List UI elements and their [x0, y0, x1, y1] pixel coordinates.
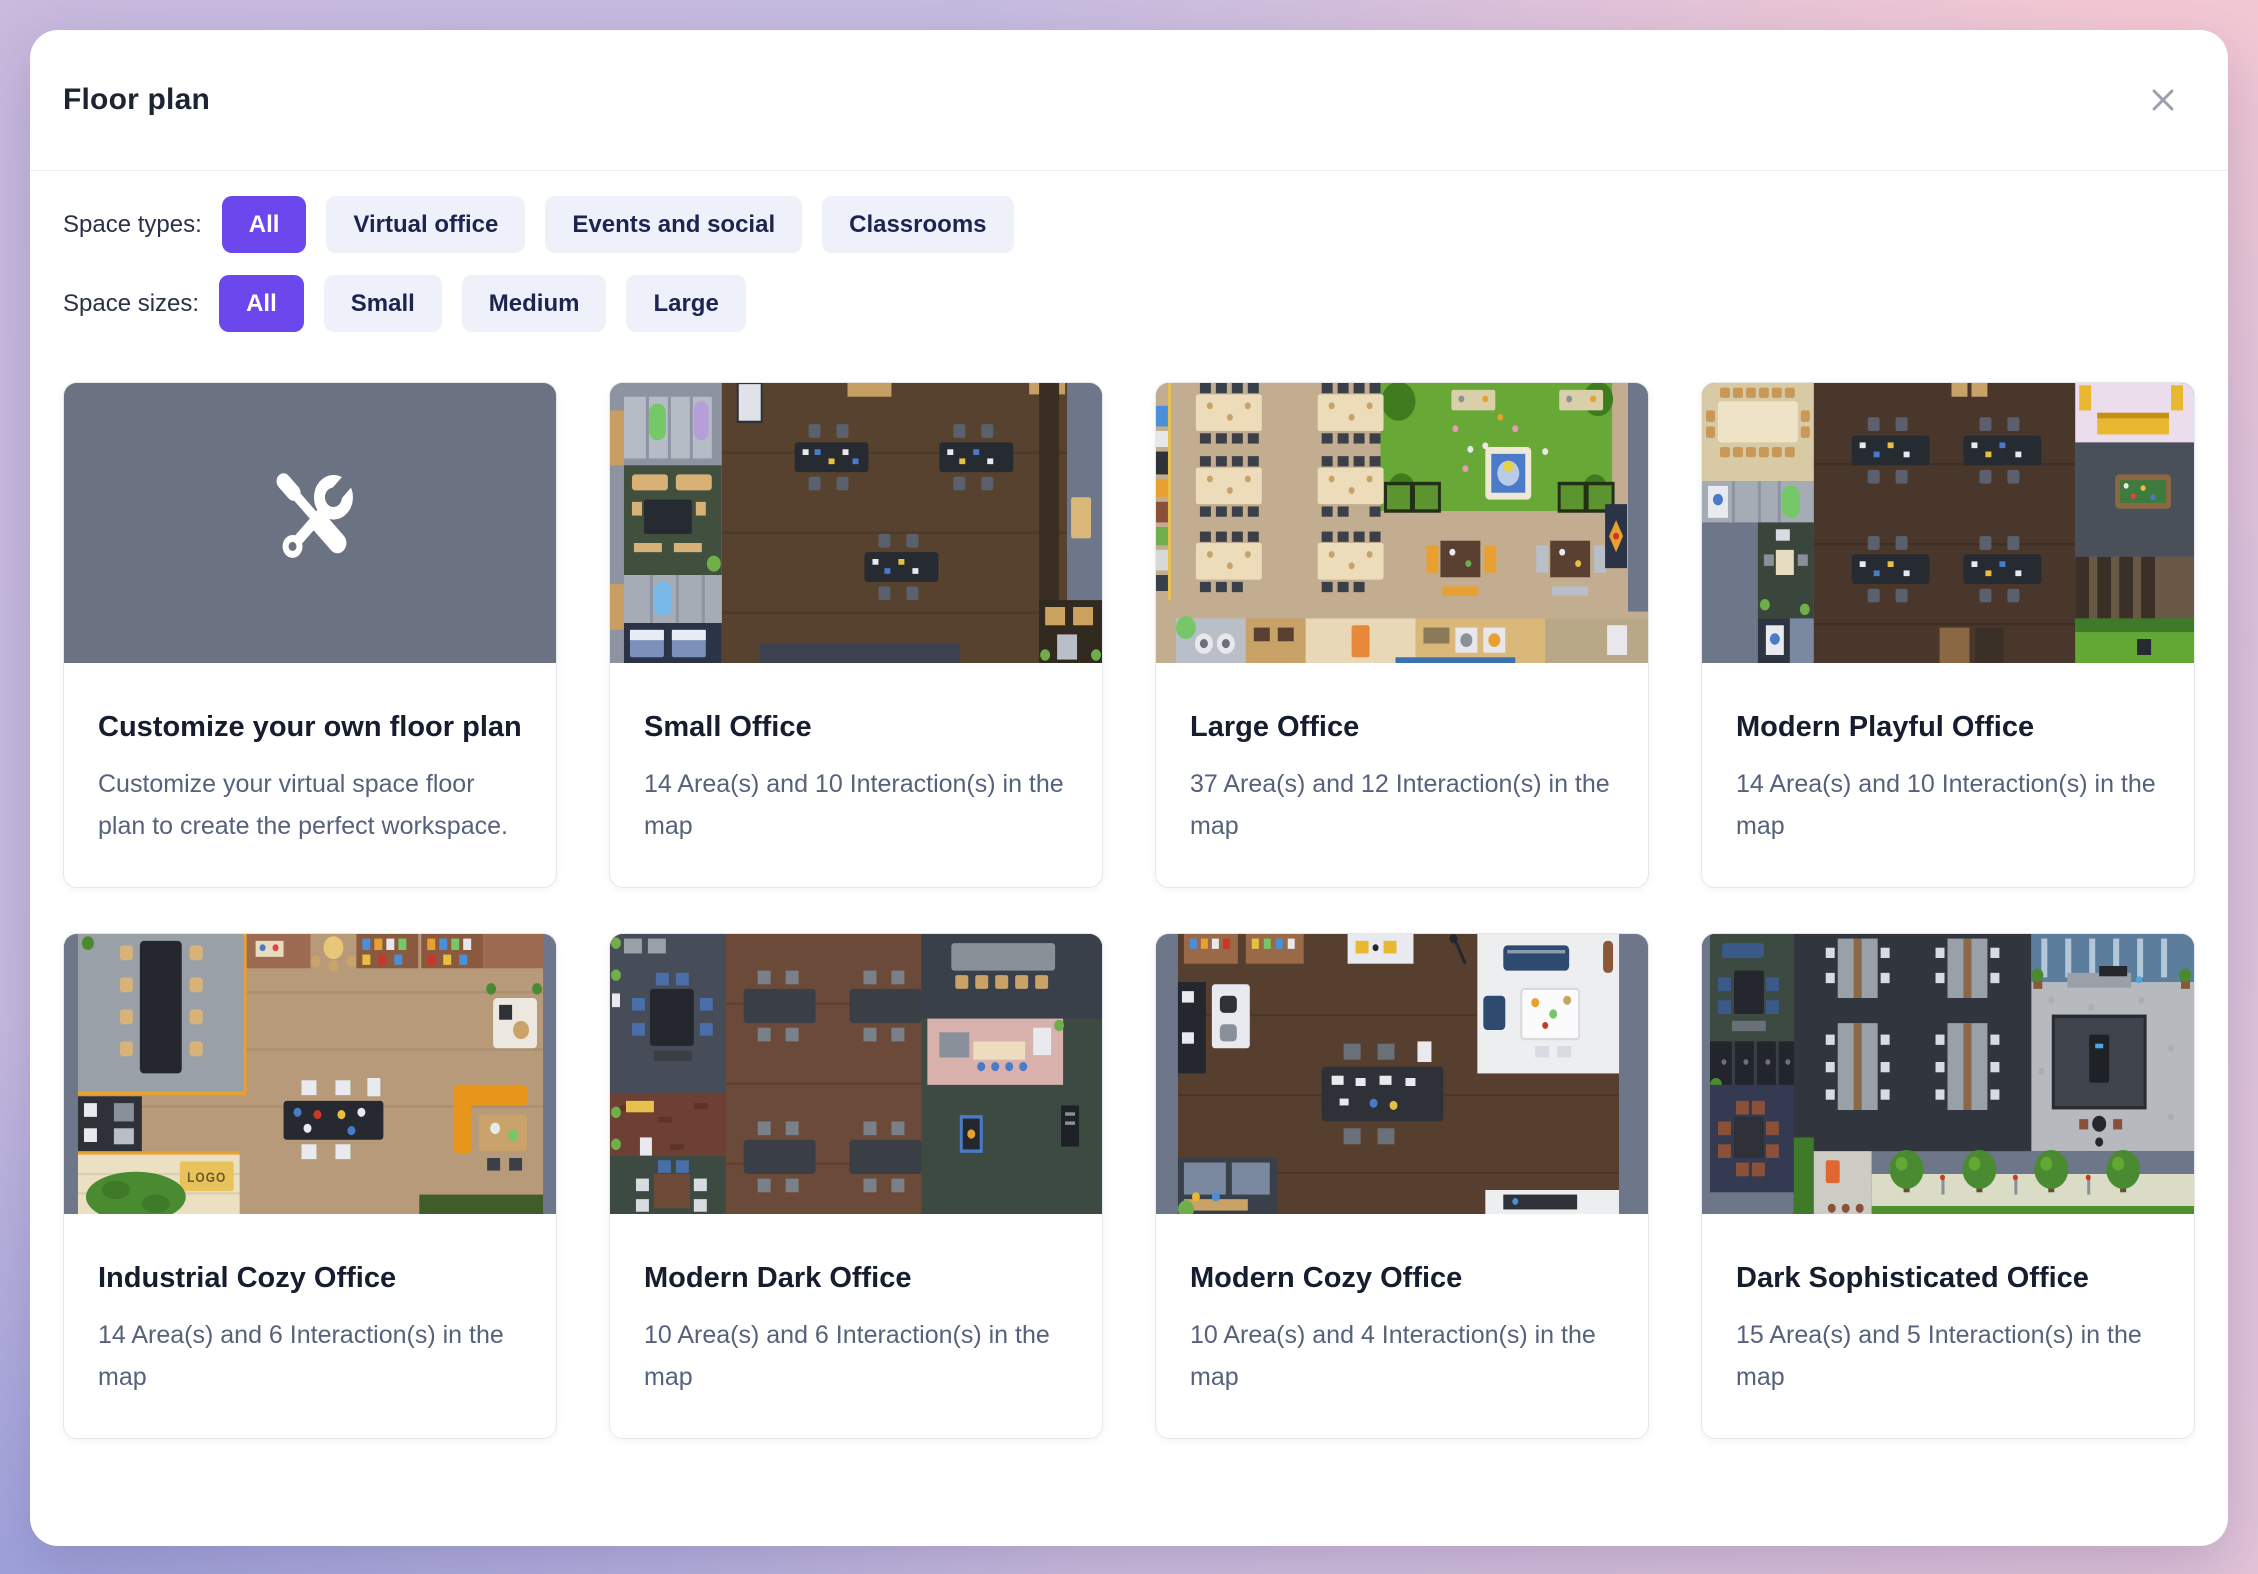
card-title: Modern Dark Office	[644, 1256, 1068, 1301]
card-body: Customize your own floor plan Customize …	[64, 663, 556, 887]
card-customize-floor-plan[interactable]: Customize your own floor plan Customize …	[63, 382, 557, 888]
thumbnail-customize	[64, 383, 556, 663]
card-body: Dark Sophisticated Office 15 Area(s) and…	[1702, 1214, 2194, 1438]
card-title: Customize your own floor plan	[98, 705, 522, 750]
card-body: Small Office 14 Area(s) and 10 Interacti…	[610, 663, 1102, 887]
card-modern-cozy-office[interactable]: Modern Cozy Office 10 Area(s) and 4 Inte…	[1155, 933, 1649, 1439]
card-title: Modern Playful Office	[1736, 705, 2160, 750]
modern-dark-office-map	[610, 934, 1102, 1214]
card-description: 10 Area(s) and 6 Interaction(s) in the m…	[644, 1314, 1068, 1398]
filter-space-sizes-large[interactable]: Large	[626, 275, 745, 332]
card-body: Industrial Cozy Office 14 Area(s) and 6 …	[64, 1214, 556, 1438]
filter-space-sizes-medium[interactable]: Medium	[462, 275, 607, 332]
modal-title: Floor plan	[63, 83, 210, 117]
industrial-cozy-office-map: LOGO	[64, 934, 556, 1214]
card-industrial-cozy-office[interactable]: LOGO Industrial Cozy Office 14 Area(s) a…	[63, 933, 557, 1439]
card-body: Modern Cozy Office 10 Area(s) and 4 Inte…	[1156, 1214, 1648, 1438]
small-office-map	[610, 383, 1102, 663]
thumbnail-large-office	[1156, 383, 1648, 663]
floor-plan-modal: Floor plan Space types: All Virtual offi…	[30, 30, 2228, 1546]
filter-space-types-virtual-office[interactable]: Virtual office	[326, 196, 525, 253]
thumbnail-modern-cozy-office	[1156, 934, 1648, 1214]
card-title: Modern Cozy Office	[1190, 1256, 1614, 1301]
thumbnail-dark-sophisticated-office	[1702, 934, 2194, 1214]
close-icon	[2146, 83, 2180, 117]
card-description: 14 Area(s) and 10 Interaction(s) in the …	[1736, 763, 2160, 847]
card-body: Modern Dark Office 10 Area(s) and 6 Inte…	[610, 1214, 1102, 1438]
space-sizes-label: Space sizes:	[63, 290, 199, 318]
card-description: 14 Area(s) and 6 Interaction(s) in the m…	[98, 1314, 522, 1398]
filter-space-types-events-and-social[interactable]: Events and social	[545, 196, 802, 253]
card-large-office[interactable]: Large Office 37 Area(s) and 12 Interacti…	[1155, 382, 1649, 888]
logo-sign-text: LOGO	[187, 1169, 226, 1185]
floor-plan-grid: Customize your own floor plan Customize …	[30, 332, 2228, 1463]
card-description: Customize your virtual space floor plan …	[98, 763, 522, 847]
filter-space-sizes-small[interactable]: Small	[324, 275, 442, 332]
card-body: Modern Playful Office 14 Area(s) and 10 …	[1702, 663, 2194, 887]
filter-row-space-sizes: Space sizes: All Small Medium Large	[63, 275, 2195, 332]
modern-playful-office-map	[1702, 383, 2194, 663]
modern-cozy-office-map	[1156, 934, 1648, 1214]
card-dark-sophisticated-office[interactable]: Dark Sophisticated Office 15 Area(s) and…	[1701, 933, 2195, 1439]
thumbnail-modern-playful-office	[1702, 383, 2194, 663]
card-small-office[interactable]: Small Office 14 Area(s) and 10 Interacti…	[609, 382, 1103, 888]
card-modern-playful-office[interactable]: Modern Playful Office 14 Area(s) and 10 …	[1701, 382, 2195, 888]
filter-row-space-types: Space types: All Virtual office Events a…	[63, 196, 2195, 253]
filters-section: Space types: All Virtual office Events a…	[30, 171, 2228, 332]
card-description: 14 Area(s) and 10 Interaction(s) in the …	[644, 763, 1068, 847]
thumbnail-industrial-cozy-office: LOGO	[64, 934, 556, 1214]
filter-space-types-all[interactable]: All	[222, 196, 307, 253]
close-button[interactable]	[2140, 77, 2186, 123]
card-title: Dark Sophisticated Office	[1736, 1256, 2160, 1301]
card-title: Large Office	[1190, 705, 1614, 750]
filter-space-sizes-all[interactable]: All	[219, 275, 304, 332]
card-description: 15 Area(s) and 5 Interaction(s) in the m…	[1736, 1314, 2160, 1398]
card-modern-dark-office[interactable]: Modern Dark Office 10 Area(s) and 6 Inte…	[609, 933, 1103, 1439]
card-description: 37 Area(s) and 12 Interaction(s) in the …	[1190, 763, 1614, 847]
filter-space-types-classrooms[interactable]: Classrooms	[822, 196, 1013, 253]
card-description: 10 Area(s) and 4 Interaction(s) in the m…	[1190, 1314, 1614, 1398]
thumbnail-small-office	[610, 383, 1102, 663]
card-body: Large Office 37 Area(s) and 12 Interacti…	[1156, 663, 1648, 887]
thumbnail-modern-dark-office	[610, 934, 1102, 1214]
card-title: Industrial Cozy Office	[98, 1256, 522, 1301]
card-title: Small Office	[644, 705, 1068, 750]
space-types-label: Space types:	[63, 211, 202, 239]
modal-header: Floor plan	[30, 30, 2228, 171]
dark-sophisticated-office-map	[1702, 934, 2194, 1214]
screwdriver-wrench-icon	[64, 383, 556, 663]
large-office-map	[1156, 383, 1648, 663]
